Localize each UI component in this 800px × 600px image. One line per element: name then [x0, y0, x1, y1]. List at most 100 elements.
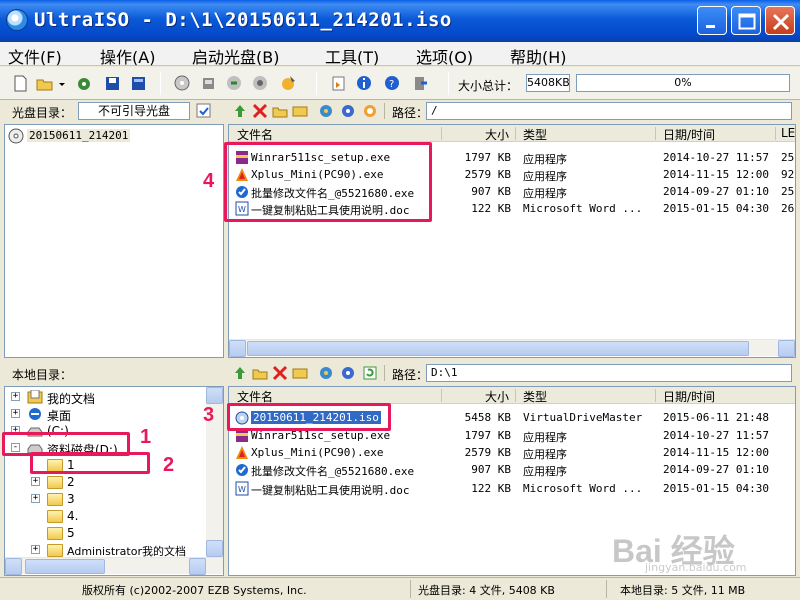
rename-icon[interactable] [292, 103, 308, 119]
tree-item-folder-4[interactable]: 4. [5, 508, 205, 525]
status-local-summary: 本地目录: 5 文件, 11 MB [620, 584, 746, 597]
properties-icon[interactable] [130, 75, 147, 92]
scroll-thumb[interactable] [247, 341, 749, 356]
save-as-icon[interactable] [76, 75, 93, 92]
scroll-down-button[interactable] [206, 540, 223, 557]
local-file-row[interactable]: 批量修改文件名_@5521680.exe 907 KB 应用程序 2014-09… [229, 461, 795, 479]
tree-item-folder-2[interactable]: + 2 [5, 474, 205, 491]
disc-image-icon[interactable] [174, 75, 191, 92]
up-folder-icon[interactable] [232, 365, 248, 381]
compress-icon[interactable] [226, 75, 243, 92]
rename-tool-icon [236, 464, 248, 476]
my-documents-icon [27, 390, 43, 404]
minimize-button[interactable] [697, 6, 727, 35]
local-file-row[interactable]: W 一键复制粘贴工具使用说明.doc 122 KB Microsoft Word… [229, 480, 795, 498]
folder-icon [47, 493, 63, 506]
ultraiso-app-icon [6, 9, 28, 31]
column-type[interactable]: 类型 [523, 388, 547, 405]
settings-gear-icon[interactable] [340, 103, 356, 119]
column-size[interactable]: 大小 [485, 388, 509, 405]
annotation-number-3: 3 [203, 404, 215, 426]
status-divider [606, 580, 607, 598]
disc-root-icon [8, 128, 24, 144]
capacity-progress-text: 0% [674, 76, 692, 89]
help-icon[interactable]: ? [384, 75, 401, 92]
disc-path-field[interactable]: / [426, 102, 792, 120]
menu-tools[interactable]: 工具(T) [325, 44, 379, 68]
folder-icon [47, 476, 63, 489]
column-date[interactable]: 日期/时间 [663, 126, 715, 143]
local-file-row[interactable]: Xplus_Mini(PC90).exe 2579 KB 应用程序 2014-1… [229, 444, 795, 462]
close-button[interactable] [765, 6, 795, 35]
menu-actions[interactable]: 操作(A) [100, 44, 155, 68]
info-icon[interactable] [356, 75, 373, 92]
menu-help[interactable]: 帮助(H) [510, 44, 567, 68]
window-title: UltraISO - D:\1\20150611_214201.iso [34, 9, 452, 31]
tree-item-my-documents[interactable]: + 我的文档 [5, 389, 205, 406]
column-divider [515, 389, 516, 402]
scroll-right-button[interactable] [778, 340, 795, 357]
options-icon[interactable] [330, 75, 347, 92]
tree-item-folder-5[interactable]: 5 [5, 525, 205, 542]
disc-root-node[interactable]: 20150611_214201 [27, 129, 131, 142]
view-icon[interactable] [362, 103, 378, 119]
scroll-up-button[interactable] [206, 387, 223, 404]
local-file-header: 文件名 大小 类型 日期/时间 [229, 387, 795, 404]
tree-horizontal-scrollbar[interactable] [5, 557, 223, 575]
menu-bootable[interactable]: 启动光盘(B) [192, 44, 279, 68]
tree-item-desktop[interactable]: + 桌面 [5, 406, 205, 423]
rename-icon[interactable] [292, 365, 308, 381]
desktop-icon [29, 408, 41, 420]
path-separator [384, 365, 385, 381]
bootable-status-box[interactable]: 不可引导光盘 [78, 102, 190, 120]
folder-icon [47, 527, 63, 540]
add-to-disc-icon[interactable] [318, 365, 334, 381]
maximize-button[interactable] [731, 6, 761, 35]
total-size-label: 大小总计： [458, 79, 519, 93]
column-date[interactable]: 日期/时间 [663, 388, 715, 405]
new-folder-icon[interactable] [272, 103, 288, 119]
column-name[interactable]: 文件名 [237, 126, 273, 143]
local-path-field[interactable]: D:\1 [426, 364, 792, 382]
scroll-thumb[interactable] [25, 559, 105, 574]
mount-icon[interactable] [280, 75, 297, 92]
column-le[interactable]: LE [781, 126, 795, 140]
refresh-icon[interactable] [362, 365, 378, 381]
toolbar-separator [160, 72, 161, 95]
new-icon[interactable] [12, 75, 29, 92]
up-folder-icon[interactable] [232, 103, 248, 119]
menu-file[interactable]: 文件(F) [8, 44, 62, 68]
annotation-number-1: 1 [140, 426, 152, 448]
delete-icon[interactable] [252, 103, 268, 119]
settings-gear-icon[interactable] [340, 365, 356, 381]
disc-path-label: 路径： [392, 106, 429, 120]
menu-options[interactable]: 选项(O) [416, 44, 473, 68]
tree-item-folder-3[interactable]: + 3 [5, 491, 205, 508]
extract-icon[interactable] [200, 75, 217, 92]
column-divider [655, 389, 656, 402]
baidu-watermark-url: jingyan.baidu.com [645, 561, 747, 574]
annotation-number-2: 2 [163, 454, 175, 476]
status-bar: 版权所有 (c)2002-2007 EZB Systems, Inc. 光盘目录… [0, 577, 800, 600]
path-separator [384, 103, 385, 119]
delete-icon[interactable] [272, 365, 288, 381]
toolbar-separator [316, 72, 317, 95]
new-folder-icon[interactable] [252, 365, 268, 381]
exit-icon[interactable] [412, 75, 429, 92]
column-divider [655, 127, 656, 140]
burn-icon[interactable] [252, 75, 269, 92]
save-icon[interactable] [104, 75, 121, 92]
scroll-right-button[interactable] [189, 558, 206, 575]
open-dropdown-icon[interactable] [58, 75, 66, 92]
boot-check-icon[interactable] [196, 103, 212, 119]
column-size[interactable]: 大小 [485, 126, 509, 143]
column-type[interactable]: 类型 [523, 126, 547, 143]
status-copyright: 版权所有 (c)2002-2007 EZB Systems, Inc. [82, 584, 307, 597]
capacity-progress-bar: 0% [576, 74, 790, 92]
open-icon[interactable] [36, 75, 53, 92]
disc-horizontal-scrollbar[interactable] [229, 339, 795, 357]
add-files-icon[interactable] [318, 103, 334, 119]
scroll-left-button[interactable] [229, 340, 246, 357]
scroll-left-button[interactable] [5, 558, 22, 575]
highlight-box-iso-file [227, 403, 391, 431]
